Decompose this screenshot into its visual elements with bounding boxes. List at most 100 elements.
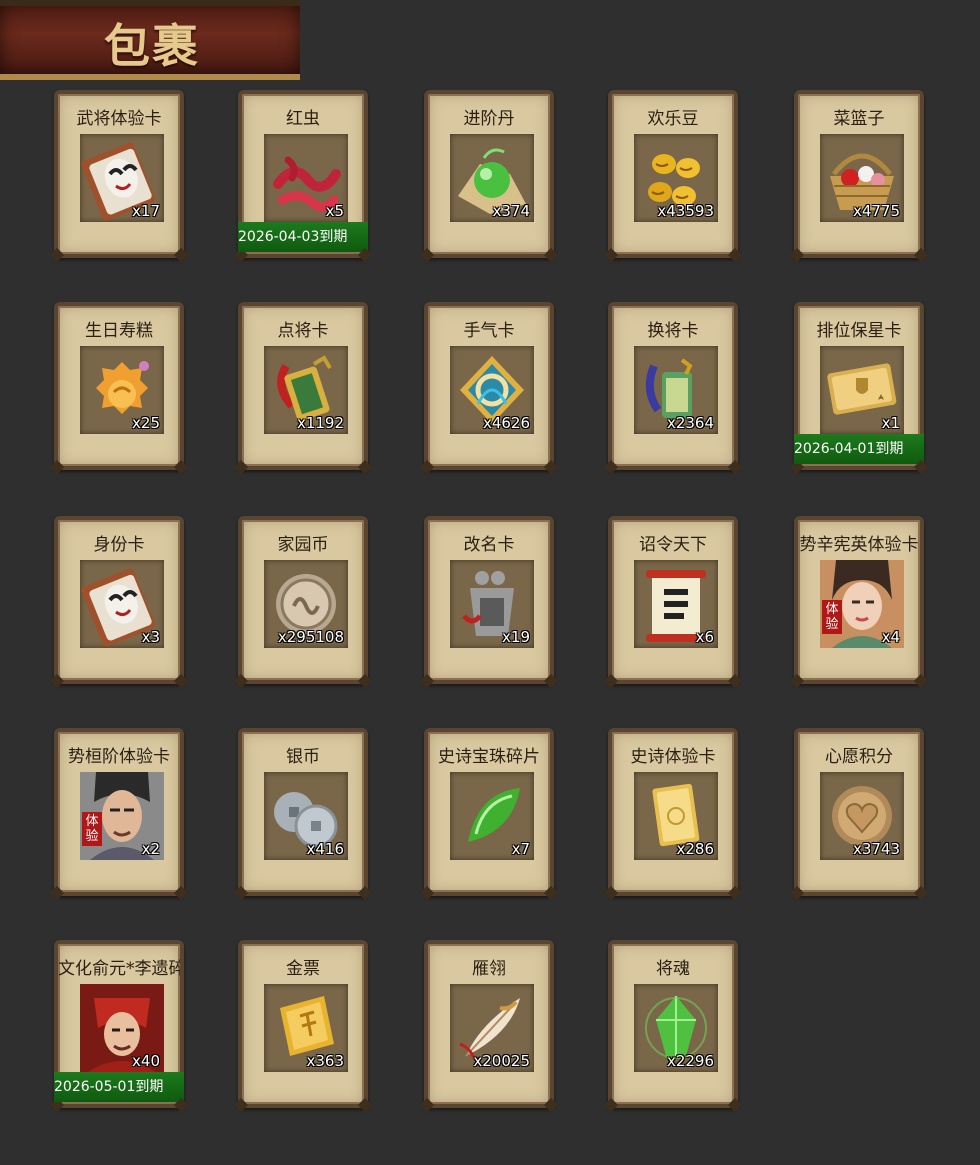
item-name: 势桓阶体验卡 [68,747,170,767]
item-card[interactable]: 史诗宝珠碎片 x7 [424,728,554,896]
item-card[interactable]: 身份卡 x3 [54,516,184,684]
item-quantity: x19 [502,628,530,646]
item-name: 身份卡 [93,535,145,555]
item-quantity: x40 [132,1052,160,1070]
item-name: 手气卡 [463,321,515,341]
item-quantity: x43593 [657,202,714,220]
item-quantity: x416 [306,840,344,858]
item-card[interactable]: 银币 x416 [238,728,368,896]
gold-ticket-icon: x363 [264,984,348,1072]
shield-card-icon: x1 [820,346,904,434]
gold-beans-icon: x43593 [634,134,718,222]
item-name: 点将卡 [277,321,329,341]
item-name: 金票 [286,959,320,979]
feather-icon: x20025 [450,984,534,1072]
item-card[interactable]: 点将卡 x1192 [238,302,368,470]
item-name: 将魂 [656,959,690,979]
item-card[interactable]: 雁翎 x20025 [424,940,554,1108]
item-name: 银币 [286,747,320,767]
item-quantity: x3 [141,628,160,646]
item-card[interactable]: 金票 x363 [238,940,368,1108]
trial-badge: 体验 [82,812,102,846]
male-portrait-icon: 体验 x2 [80,772,164,860]
item-quantity: x17 [132,202,160,220]
item-name: 家园币 [277,535,329,555]
item-name: 史诗宝珠碎片 [438,747,540,767]
warrior-portrait-icon: x40 [80,984,164,1072]
item-name: 史诗体验卡 [630,747,716,767]
item-card[interactable]: 文化俞元*李遗碎片 x40 2026-05-01到期 [54,940,184,1108]
item-card[interactable]: 史诗体验卡 x286 [608,728,738,896]
item-quantity: x6 [695,628,714,646]
general-token-icon: x1192 [264,346,348,434]
trial-badge: 体验 [822,600,842,634]
birthday-cake-icon: x25 [80,346,164,434]
heart-coin-icon: x3743 [820,772,904,860]
item-quantity: x2296 [666,1052,714,1070]
luck-card-icon: x4626 [450,346,534,434]
opera-mask-card-icon: x17 [80,134,164,222]
expiry-banner: 2026-05-01到期 [54,1072,184,1102]
item-card[interactable]: 换将卡 x2364 [608,302,738,470]
item-name: 势辛宪英体验卡 [799,535,919,555]
item-name: 改名卡 [463,535,515,555]
item-quantity: x4775 [852,202,900,220]
green-crystal-icon: x2296 [634,984,718,1072]
item-quantity: x374 [492,202,530,220]
item-name: 生日寿糕 [85,321,153,341]
item-name: 换将卡 [647,321,699,341]
item-quantity: x4626 [482,414,530,432]
item-quantity: x2 [141,840,160,858]
item-quantity: x363 [306,1052,344,1070]
item-quantity: x25 [132,414,160,432]
opera-mask-card-icon: x3 [80,560,164,648]
rename-tag-icon: x19 [450,560,534,648]
item-name: 欢乐豆 [647,109,699,129]
item-card[interactable]: 心愿积分 x3743 [794,728,924,896]
item-card[interactable]: 势辛宪英体验卡体验 x4 [794,516,924,684]
item-quantity: x20025 [473,1052,530,1070]
edict-scroll-icon: x6 [634,560,718,648]
expiry-banner: 2026-04-01到期 [794,434,924,464]
item-card[interactable]: 武将体验卡 x17 [54,90,184,258]
item-quantity: x4 [881,628,900,646]
item-name: 排位保星卡 [816,321,902,341]
item-quantity: x3743 [852,840,900,858]
item-name: 武将体验卡 [76,109,162,129]
expiry-banner: 2026-04-03到期 [238,222,368,252]
item-quantity: x7 [511,840,530,858]
item-quantity: x286 [676,840,714,858]
silver-coins-icon: x416 [264,772,348,860]
home-coin-icon: x295108 [264,560,348,648]
item-card[interactable]: 欢乐豆 x43593 [608,90,738,258]
item-name: 红虫 [286,109,320,129]
item-quantity: x295108 [277,628,344,646]
item-name: 诏令天下 [639,535,707,555]
item-card[interactable]: 手气卡 x4626 [424,302,554,470]
item-card[interactable]: 进阶丹 x374 [424,90,554,258]
item-card[interactable]: 家园币 x295108 [238,516,368,684]
swap-token-icon: x2364 [634,346,718,434]
item-quantity: x5 [325,202,344,220]
inventory-grid: 武将体验卡 x17 红虫 x5 2026-04-03到期 进阶丹 x374 欢乐豆 x43593… [0,0,980,1165]
gold-card-icon: x286 [634,772,718,860]
flower-basket-icon: x4775 [820,134,904,222]
item-card[interactable]: 排位保星卡 x1 2026-04-01到期 [794,302,924,470]
item-name: 文化俞元*李遗碎片 [58,959,180,979]
item-card[interactable]: 改名卡 x19 [424,516,554,684]
item-name: 进阶丹 [463,109,515,129]
female-portrait-icon: 体验 x4 [820,560,904,648]
item-name: 雁翎 [472,959,506,979]
green-shard-icon: x7 [450,772,534,860]
item-card[interactable]: 红虫 x5 2026-04-03到期 [238,90,368,258]
item-name: 菜篮子 [833,109,885,129]
item-card[interactable]: 将魂 x2296 [608,940,738,1108]
item-card[interactable]: 菜篮子 x4775 [794,90,924,258]
item-quantity: x2364 [666,414,714,432]
red-worm-icon: x5 [264,134,348,222]
item-card[interactable]: 生日寿糕 x25 [54,302,184,470]
item-card[interactable]: 诏令天下 x6 [608,516,738,684]
item-name: 心愿积分 [825,747,893,767]
item-quantity: x1192 [296,414,344,432]
item-card[interactable]: 势桓阶体验卡体验 x2 [54,728,184,896]
